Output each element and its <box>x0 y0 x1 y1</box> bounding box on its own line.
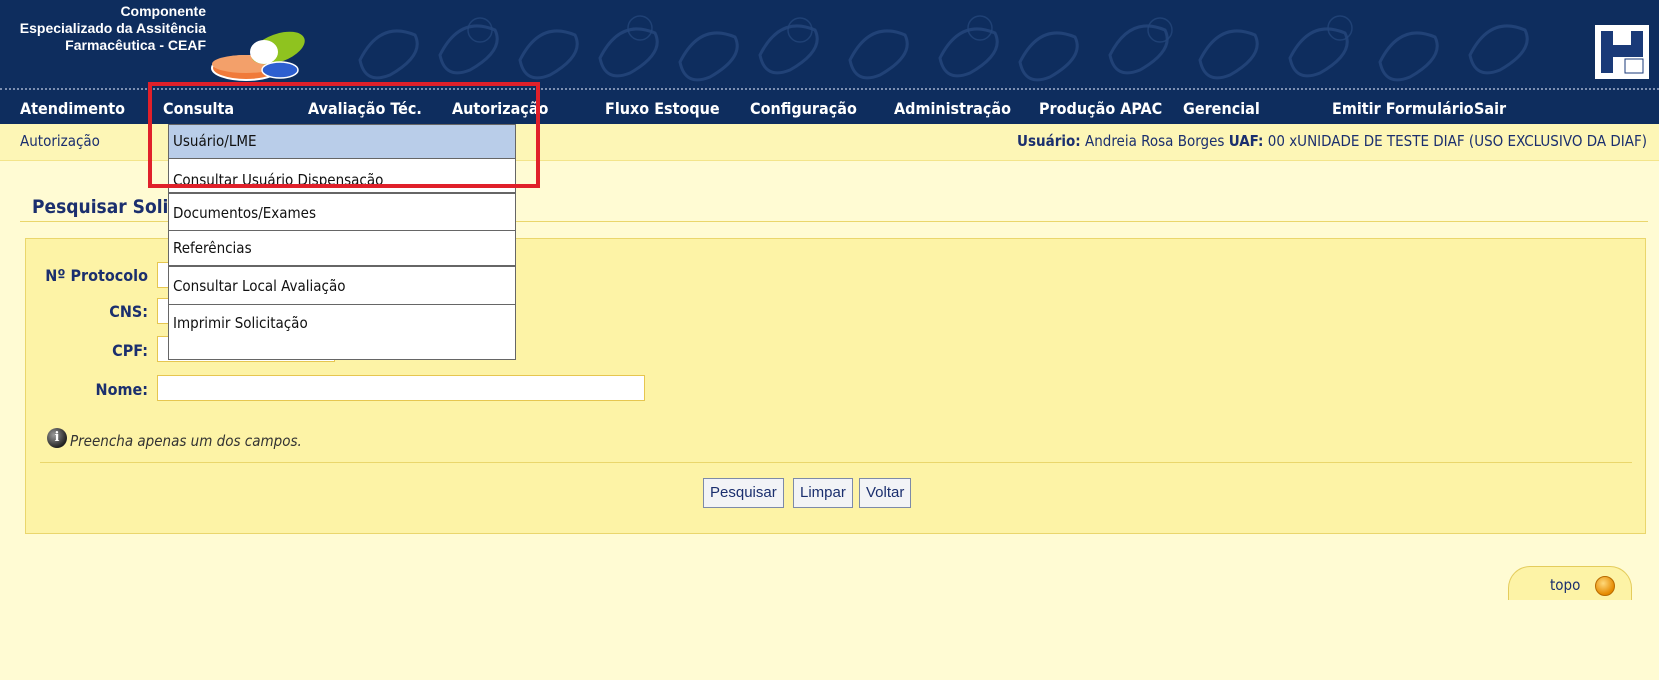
uaf-label: UAF: <box>1228 132 1264 150</box>
breadcrumb: Autorização <box>20 132 100 150</box>
user-label: Usuário: <box>1017 132 1081 150</box>
footer-area <box>0 600 1659 680</box>
menu-autorizacao[interactable]: Autorização <box>452 90 548 124</box>
header-banner: Componente Especializado da Assitência F… <box>0 0 1659 88</box>
ceaf-brand-text: Componente Especializado da Assitência F… <box>6 3 206 54</box>
pills-logo-icon <box>211 31 305 81</box>
back-to-top-tab[interactable]: topo <box>1508 566 1632 602</box>
nome-label: Nome: <box>95 380 148 399</box>
hint-message: Preencha apenas um dos campos. <box>70 432 302 450</box>
cpf-label: CPF: <box>112 341 148 360</box>
main-menu-bar: Atendimento Consulta Avaliação Téc. Auto… <box>0 88 1659 124</box>
consulta-dropdown-menu: Usuário/LME Consultar Usuário Dispensaçã… <box>168 124 516 360</box>
uaf-value: 00 xUNIDADE DE TESTE DIAF (USO EXCLUSIVO… <box>1267 132 1647 150</box>
dropdown-item-documentos-exames[interactable]: Documentos/Exames <box>169 193 515 231</box>
brand-line-3: Farmacêutica - CEAF <box>65 37 206 53</box>
brand-line-1: Componente <box>120 3 206 19</box>
nome-input[interactable] <box>157 375 645 401</box>
dropdown-item-usuario-lme[interactable]: Usuário/LME <box>169 125 515 159</box>
menu-administracao[interactable]: Administração <box>894 90 1011 124</box>
form-divider <box>40 462 1632 463</box>
brand-line-2: Especializado da Assitência <box>19 20 206 36</box>
dropdown-item-imprimir-solicitacao[interactable]: Imprimir Solicitação <box>169 305 515 341</box>
menu-producao-apac[interactable]: Produção APAC <box>1039 90 1162 124</box>
menu-gerencial[interactable]: Gerencial <box>1183 90 1260 124</box>
topo-label: topo <box>1550 576 1581 594</box>
page: Componente Especializado da Assitência F… <box>0 0 1659 680</box>
limpar-button[interactable]: Limpar <box>793 478 853 508</box>
menu-configuracao[interactable]: Configuração <box>750 90 857 124</box>
user-info: Usuário: Andreia Rosa Borges UAF: 00 xUN… <box>1017 132 1647 150</box>
arrow-up-circle-icon <box>1595 576 1615 596</box>
cns-label: CNS: <box>109 302 148 321</box>
menu-fluxo-estoque[interactable]: Fluxo Estoque <box>605 90 720 124</box>
dropdown-item-consultar-local-avaliacao[interactable]: Consultar Local Avaliação <box>169 268 515 305</box>
user-name: Andreia Rosa Borges <box>1084 132 1225 150</box>
dropdown-item-consultar-usuario-dispensacao[interactable]: Consultar Usuário Dispensação <box>169 159 515 193</box>
dropdown-item-referencias[interactable]: Referências <box>169 231 515 267</box>
menu-emitir-formulario[interactable]: Emitir Formulário <box>1332 90 1474 124</box>
menu-consulta[interactable]: Consulta <box>163 90 234 124</box>
page-title: Pesquisar Solic <box>32 196 179 218</box>
menu-sair[interactable]: Sair <box>1474 90 1506 124</box>
menu-avaliacao-tec[interactable]: Avaliação Téc. <box>308 90 422 124</box>
voltar-button[interactable]: Voltar <box>859 478 912 508</box>
pesquisar-button[interactable]: Pesquisar <box>703 478 784 508</box>
menu-atendimento[interactable]: Atendimento <box>20 90 125 124</box>
protocolo-label: Nº Protocolo <box>45 266 148 285</box>
ministry-logo-icon <box>1595 25 1649 79</box>
hint-text: Preencha apenas um dos campos. <box>47 432 302 450</box>
